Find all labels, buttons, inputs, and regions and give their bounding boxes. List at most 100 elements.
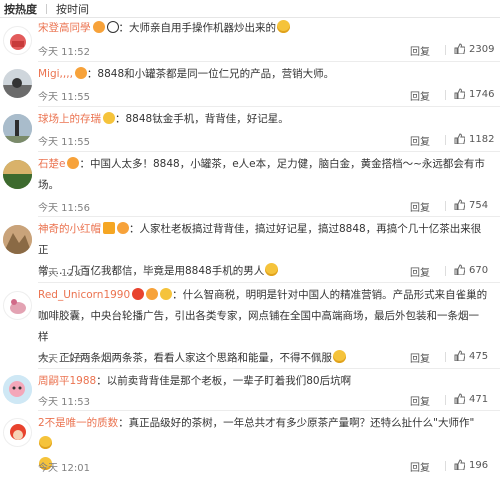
comment-text: ：什么智商税，明明是针对中国人的精准营销。产品形式来自雀巢的 (172, 289, 488, 301)
avatar-icon (3, 160, 32, 189)
comment-time: 今天 11:55 (38, 92, 90, 103)
comment-username[interactable]: 周嗣平1988 (38, 375, 96, 387)
comment-username[interactable]: 石楚e (38, 158, 65, 170)
user-avatar[interactable] (3, 291, 32, 320)
emoji-badge-icon (160, 288, 173, 300)
vip-badge-icon (146, 288, 159, 300)
avatar-icon (3, 225, 32, 254)
thumbs-up-icon (454, 459, 466, 471)
comment-text: ：8848和小罐茶都是同一位仁兄的产品，营销大师。 (86, 68, 335, 80)
comment-item: 石楚e ：中国人太多！8848，小罐茶，e人e本，足力健，脑白金，黄金搭档～~永远… (0, 152, 500, 214)
like-count: 754 (469, 200, 489, 211)
tab-separator (46, 3, 47, 14)
thumbs-up-icon (454, 133, 466, 145)
like-count: 670 (469, 265, 489, 276)
divider (445, 395, 446, 405)
like-count: 1746 (469, 89, 495, 100)
comment-time: 今天 11:53 (38, 397, 90, 408)
comment-text: ：真正品级好的茶树，一年总共才有多少原茶产量啊？还特么扯什么"大师作" (118, 417, 475, 429)
avatar-icon (3, 114, 32, 143)
comment-item: 神奇的小红帽 ：人家杜老板搞过背背佳，搞过好记星，搞过8848，再搞个几十亿茶出来… (0, 217, 500, 279)
vip-badge-icon (117, 222, 129, 234)
user-avatar[interactable] (3, 160, 32, 189)
comment-item: 宋登高同學 ：大师亲自用手操作机器炒出来的 今天 11:52 回复 2309 (0, 18, 500, 58)
user-avatar[interactable] (3, 418, 32, 447)
comment-text: ：8848钛金手机，背背佳，好记星。 (115, 113, 289, 125)
like-count: 471 (469, 394, 489, 405)
thumbs-up-icon (454, 43, 466, 55)
avatar-icon (10, 299, 26, 314)
divider (445, 352, 446, 362)
comment-text: ：以前卖背背佳是那个老板，一辈子盯着我们80后坑啊 (96, 375, 352, 387)
user-avatar[interactable] (3, 69, 32, 98)
like-button[interactable]: 1746 (454, 88, 494, 100)
avatar-icon (10, 424, 26, 440)
comment-username[interactable]: 2不是唯一的质数 (38, 417, 118, 429)
thumbs-up-icon (454, 199, 466, 211)
vip-badge-icon (74, 67, 87, 79)
like-button[interactable]: 754 (454, 199, 488, 211)
reply-button[interactable]: 回复 (410, 199, 430, 214)
reply-button[interactable]: 回复 (410, 133, 430, 148)
comment-time: 今天 12:01 (38, 463, 90, 474)
comment-time: 今天 11:55 (38, 137, 90, 148)
like-button[interactable]: 475 (454, 350, 488, 362)
emoji-icon (277, 20, 290, 33)
like-count: 1182 (469, 134, 495, 145)
vip-badge-icon (67, 157, 80, 169)
like-button[interactable]: 670 (454, 264, 488, 276)
thumbs-up-icon (454, 264, 466, 276)
comment-text: ：中国人太多！8848，小罐茶，e人e本，足力健，脑白金，黄金搭档～~永远都会有… (79, 158, 485, 170)
user-avatar[interactable] (3, 375, 32, 404)
vip-badge-icon (92, 21, 105, 33)
comment-item: 球场上的存瑞 ：8848钛金手机，背背佳，好记星。 今天 11:55 回复 118… (0, 107, 500, 148)
emoji-badge-icon (103, 112, 115, 124)
divider (445, 135, 446, 145)
thumbs-up-icon (454, 350, 466, 362)
reply-button[interactable]: 回复 (410, 459, 430, 474)
comment-username[interactable]: Red_Unicorn1990 (38, 289, 130, 301)
comment-text: ：大师亲自用手操作机器炒出来的 (118, 22, 277, 34)
user-avatar[interactable] (3, 114, 32, 143)
comment-time: 今天 11:56 (38, 203, 90, 214)
like-button[interactable]: 1182 (454, 133, 494, 145)
user-avatar[interactable] (3, 225, 32, 254)
thumbs-up-icon (454, 88, 466, 100)
thumbs-up-icon (454, 393, 466, 405)
comment-text: 场。 (38, 179, 59, 191)
user-avatar[interactable] (3, 26, 32, 55)
comment-username[interactable]: 神奇的小红帽 (38, 223, 101, 235)
comment-item: Migi,,,, ：8848和小罐茶都是同一位仁兄的产品，营销大师。 今天 11:… (0, 62, 500, 103)
comment-item: 周嗣平1988：以前卖背背佳是那个老板，一辈子盯着我们80后坑啊 今天 11:5… (0, 369, 500, 409)
sort-tabs: 按热度 按时间 (0, 0, 500, 18)
comment-time: 今天 12:01 (38, 268, 90, 279)
reply-button[interactable]: 回复 (410, 264, 430, 279)
like-count: 196 (469, 460, 489, 471)
comment-username[interactable]: 球场上的存瑞 (38, 113, 101, 125)
divider (445, 201, 446, 211)
comment-text: 咖啡胶囊，中央台轮播广告，引出各类专家，网点铺在全国中高端商场，最后外包装和一条… (38, 310, 479, 343)
panda-emoji-icon (106, 21, 119, 33)
tab-sort-by-hot[interactable]: 按热度 (2, 1, 39, 17)
divider (445, 45, 446, 55)
reply-button[interactable]: 回复 (410, 43, 430, 58)
comment-time: 今天 11:53 (38, 354, 90, 365)
avatar-icon (3, 375, 32, 404)
like-count: 475 (469, 351, 489, 362)
reply-button[interactable]: 回复 (410, 393, 430, 408)
avatar-icon (3, 69, 32, 98)
comment-item: 2不是唯一的质数：真正品级好的茶树，一年总共才有多少原茶产量啊？还特么扯什么"大… (0, 411, 500, 474)
like-button[interactable]: 471 (454, 393, 488, 405)
divider (445, 461, 446, 471)
comment-username[interactable]: 宋登高同學 (38, 22, 91, 34)
like-button[interactable]: 2309 (454, 43, 494, 55)
reply-button[interactable]: 回复 (410, 350, 430, 365)
comment-username[interactable]: Migi,,,, (38, 68, 73, 80)
like-button[interactable]: 196 (454, 459, 488, 471)
emoji-icon (39, 436, 52, 449)
divider (445, 266, 446, 276)
comment-item: Red_Unicorn1990 ：什么智商税，明明是针对中国人的精准营销。产品形式… (0, 283, 500, 367)
reply-button[interactable]: 回复 (410, 88, 430, 103)
verified-v-icon (103, 222, 115, 234)
tab-sort-by-time[interactable]: 按时间 (54, 1, 91, 17)
